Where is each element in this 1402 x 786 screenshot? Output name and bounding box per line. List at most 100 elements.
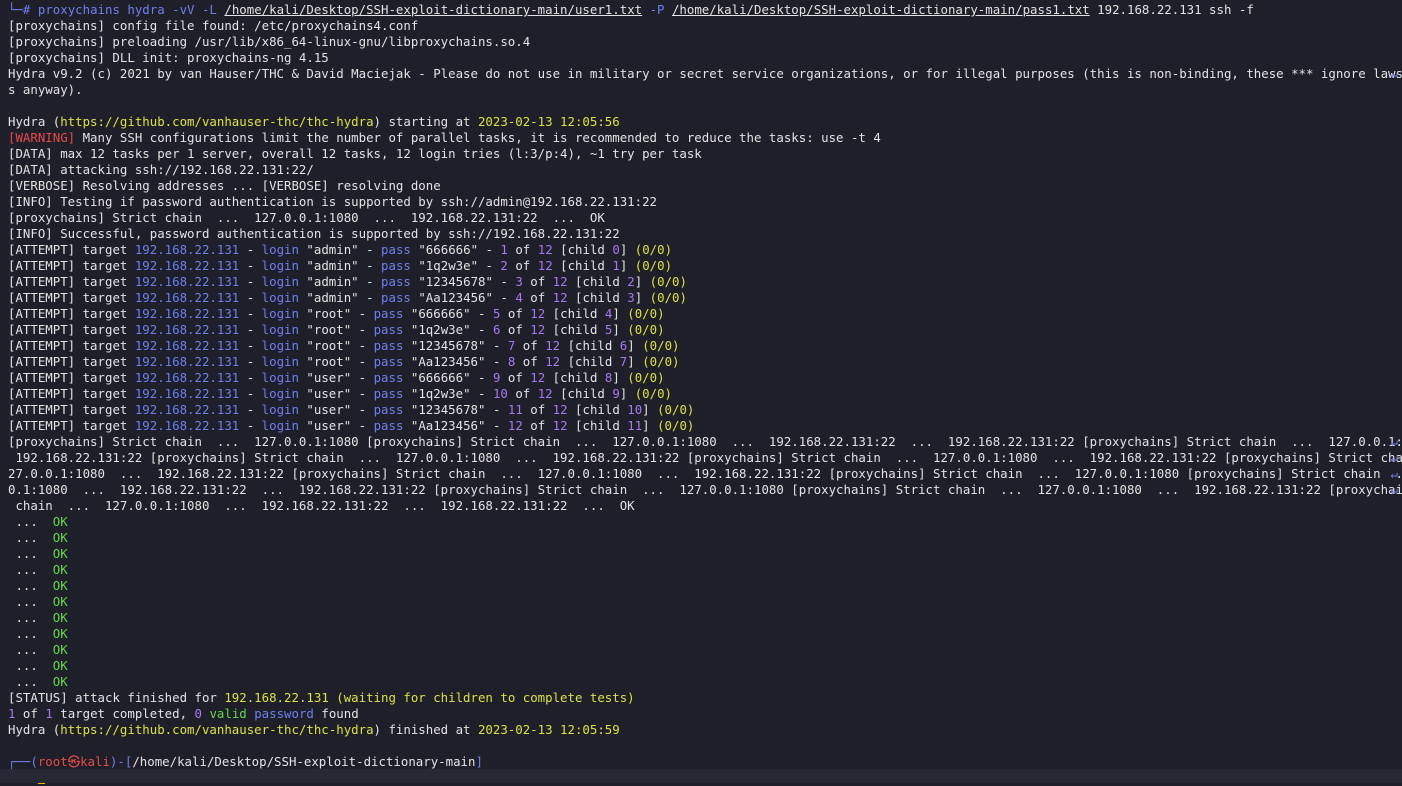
- ok-text: OK: [52, 642, 68, 657]
- command-line: └─# proxychains hydra -vV -L /home/kali/…: [8, 2, 1402, 18]
- chain-burst-text: 0.1:1080 ... 192.168.22.131:22 ... 192.1…: [8, 482, 1402, 497]
- passlist-path[interactable]: /home/kali/Desktop/SSH-exploit-dictionar…: [672, 2, 1090, 17]
- attempt-login-value: "root": [298, 322, 352, 337]
- attempt-progress: (0/0): [642, 338, 680, 353]
- ok-text: OK: [52, 610, 68, 625]
- attempt-of: of: [522, 418, 553, 433]
- attempt-target-label: target: [75, 258, 135, 273]
- attempt-dash: -: [351, 306, 374, 321]
- wrap-marker-icon: ↵: [1390, 466, 1398, 481]
- attempt-dash: -: [470, 386, 493, 401]
- attempt-login-label: login: [261, 354, 299, 369]
- attempt-pass-label: pass: [373, 322, 404, 337]
- attempt-child-number: 11: [627, 418, 643, 433]
- chain-burst-line: 0.1:1080 ... 192.168.22.131:22 ... 192.1…: [8, 482, 1402, 498]
- attempt-tag: [ATTEMPT]: [8, 402, 76, 417]
- ok-text: OK: [52, 674, 68, 689]
- hydra-end-url-link[interactable]: https://github.com/vanhauser-thc/thc-hyd…: [60, 722, 373, 737]
- attempt-dash: -: [358, 274, 382, 289]
- ok-dots: ...: [8, 610, 53, 625]
- attempt-ip: 192.168.22.131: [134, 322, 240, 337]
- attempt-ip: 192.168.22.131: [134, 306, 240, 321]
- attempt-login-value: "user": [298, 386, 352, 401]
- attempt-dash: -: [351, 354, 374, 369]
- attempt-total: 12: [552, 290, 568, 305]
- attempt-of: of: [522, 274, 553, 289]
- attempt-tag: [ATTEMPT]: [8, 418, 76, 433]
- summary-valid-count: 0: [194, 706, 202, 721]
- attempt-dash: -: [239, 386, 262, 401]
- attempt-line: [ATTEMPT] target 192.168.22.131 - login …: [8, 274, 1402, 290]
- prompt-user: root: [37, 754, 68, 769]
- ok-text: OK: [52, 594, 68, 609]
- attempt-dash: -: [351, 322, 374, 337]
- attempt-login-label: login: [261, 242, 299, 257]
- attempt-pass-label: pass: [373, 306, 404, 321]
- attempt-child-end: ]: [612, 370, 628, 385]
- hydra-url-link[interactable]: https://github.com/vanhauser-thc/thc-hyd…: [60, 114, 373, 129]
- attempt-login-value: "root": [298, 306, 352, 321]
- ok-line: ... OK: [8, 642, 1402, 658]
- attempt-ip: 192.168.22.131: [134, 386, 240, 401]
- attempt-dash: -: [239, 242, 262, 257]
- attempt-target-label: target: [75, 370, 135, 385]
- summary-password-text: password: [254, 706, 314, 721]
- attempt-child-label: [child: [552, 242, 613, 257]
- attempt-child-label: [child: [560, 354, 620, 369]
- attempt-login-value: "root": [298, 338, 352, 353]
- attempt-total: 12: [552, 274, 568, 289]
- prompt-end: ]: [475, 754, 483, 769]
- attempt-of: of: [507, 258, 538, 273]
- userlist-path[interactable]: /home/kali/Desktop/SSH-exploit-dictionar…: [224, 2, 642, 17]
- attempt-child-end: ]: [627, 354, 643, 369]
- ok-list: ... OK ... OK ... OK ... OK ... OK ... O…: [8, 514, 1402, 690]
- attempt-number: 3: [515, 274, 523, 289]
- attempt-of: of: [500, 370, 531, 385]
- attempt-progress: (0/0): [627, 322, 665, 337]
- chain-burst-text: chain ... 127.0.0.1:1080 ... 192.168.22.…: [8, 498, 635, 513]
- summary-total-count: 1: [45, 706, 53, 721]
- attempt-dash: -: [358, 242, 382, 257]
- attempt-child-label: [child: [545, 306, 605, 321]
- terminal-window[interactable]: └─# proxychains hydra -vV -L /home/kali/…: [0, 0, 1402, 785]
- attempt-target-label: target: [75, 306, 135, 321]
- attempt-child-end: ]: [619, 258, 635, 273]
- attempt-child-number: 10: [627, 402, 643, 417]
- attempt-ip: 192.168.22.131: [134, 290, 240, 305]
- attempt-login-label: login: [261, 402, 299, 417]
- wrap-marker-icon: ↵: [1390, 434, 1398, 449]
- attempt-pass-label: pass: [373, 338, 404, 353]
- attempt-total: 12: [530, 322, 546, 337]
- hydra-banner-wrap: s anyway).: [8, 82, 83, 97]
- attempt-dash: -: [239, 306, 262, 321]
- attempt-of: of: [515, 354, 546, 369]
- attempt-total: 12: [537, 258, 553, 273]
- attempt-line: [ATTEMPT] target 192.168.22.131 - login …: [8, 354, 1402, 370]
- attempt-child-number: 2: [627, 274, 635, 289]
- ok-dots: ...: [8, 562, 53, 577]
- attempt-child-label: [child: [567, 418, 628, 433]
- hydra-start-middle: ) starting at: [373, 114, 478, 129]
- attempt-child-end: ]: [612, 322, 628, 337]
- attempt-child-end: ]: [619, 242, 635, 257]
- attempt-dash: -: [351, 370, 374, 385]
- attempt-progress: (0/0): [657, 402, 695, 417]
- attempt-line: [ATTEMPT] target 192.168.22.131 - login …: [8, 386, 1402, 402]
- attempt-login-value: "user": [298, 418, 352, 433]
- attempt-ip: 192.168.22.131: [134, 370, 240, 385]
- attempt-dash: -: [239, 370, 262, 385]
- attempt-pass-value: "12345678": [403, 338, 486, 353]
- attempt-child-label: [child: [567, 290, 628, 305]
- wrap-marker-icon: ↵: [1390, 66, 1398, 81]
- attempt-child-end: ]: [634, 274, 650, 289]
- ok-text: OK: [52, 530, 68, 545]
- attempt-login-label: login: [261, 290, 299, 305]
- summary-found-text: found: [313, 706, 359, 721]
- attempt-target-label: target: [75, 274, 135, 289]
- chain-burst-line: 192.168.22.131:22 [proxychains] Strict c…: [8, 450, 1402, 466]
- attempt-of: of: [500, 306, 531, 321]
- ok-line: ... OK: [8, 658, 1402, 674]
- attempt-total: 12: [530, 306, 546, 321]
- attempt-child-end: ]: [642, 418, 658, 433]
- attempt-number: 1: [500, 242, 508, 257]
